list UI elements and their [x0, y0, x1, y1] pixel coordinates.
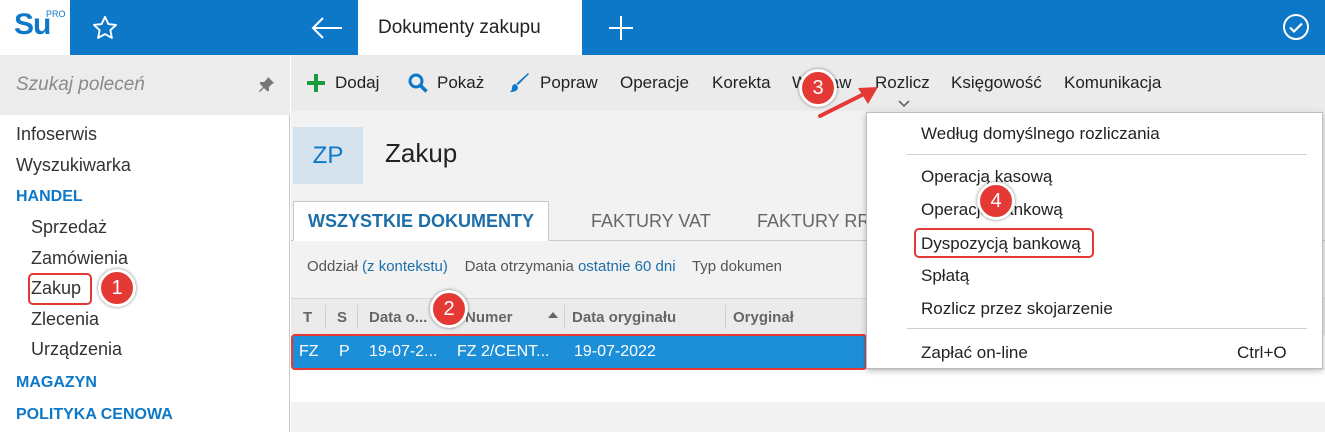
filter-bar: Oddział (z kontekstu) Data otrzymania os…: [307, 258, 782, 275]
menu-item-pay-online-shortcut: Ctrl+O: [1237, 343, 1287, 362]
sidebar-item-infoserwis[interactable]: Infoserwis: [16, 124, 97, 145]
column-separator: [564, 305, 565, 329]
chevron-down-icon: [898, 100, 910, 108]
cell-data-o: 19-07-2...: [369, 343, 438, 360]
cell-data-oryginalu: 19-07-2022: [574, 343, 656, 360]
plus-icon: [307, 74, 325, 92]
accounting-button[interactable]: Księgowość: [951, 55, 1042, 111]
edit-button-label: Popraw: [540, 73, 598, 92]
tab-rr-invoices[interactable]: FAKTURY RR: [757, 201, 870, 241]
menu-item-settle-by-matching[interactable]: Rozlicz przez skojarzenie: [921, 299, 1113, 319]
document-type-badge: ZP: [293, 127, 363, 184]
plus-icon: [609, 15, 633, 40]
column-separator: [725, 305, 726, 329]
show-button[interactable]: Pokaż: [408, 55, 484, 111]
logo-superscript: PRO: [46, 9, 66, 19]
arrow-left-icon: [311, 16, 342, 39]
annotation-marker-1: 1: [98, 269, 136, 307]
add-button[interactable]: Dodaj: [306, 55, 379, 111]
tab-dokumenty-zakupu[interactable]: Dokumenty zakupu: [358, 0, 582, 55]
add-button-label: Dodaj: [335, 73, 380, 92]
show-button-label: Pokaż: [437, 73, 485, 92]
app-logo[interactable]: Su PRO: [0, 0, 70, 55]
page-title: Zakup: [385, 138, 458, 168]
new-tab-button[interactable]: [596, 0, 646, 55]
search-icon: [408, 73, 428, 93]
menu-separator: [907, 154, 1307, 155]
tab-vat-invoices[interactable]: FAKTURY VAT: [591, 201, 711, 241]
edit-button[interactable]: Popraw: [509, 55, 598, 111]
branch-filter-label: Oddział: [307, 258, 358, 275]
sidebar-item-wyszukiwarka[interactable]: Wyszukiwarka: [16, 155, 131, 176]
sort-ascending-icon: [548, 312, 558, 318]
command-search: [0, 55, 290, 115]
command-search-input[interactable]: [16, 69, 246, 101]
highlight-zakup: [28, 273, 92, 305]
pin-icon[interactable]: [256, 75, 276, 95]
sidebar-section-polityka-cenowa[interactable]: POLITYKA CENOWA: [16, 406, 173, 424]
cell-t: FZ: [299, 343, 319, 360]
sidebar-item-zamowienia[interactable]: Zamówienia: [31, 248, 128, 269]
annotation-marker-4: 4: [977, 182, 1015, 220]
column-header-oryginal[interactable]: Oryginał: [733, 299, 794, 335]
menu-separator: [907, 328, 1307, 329]
column-separator: [325, 305, 326, 329]
sidebar-section-handel[interactable]: HANDEL: [16, 188, 83, 206]
star-icon: [92, 15, 118, 39]
menu-item-repayment[interactable]: Spłatą: [921, 266, 969, 286]
check-circle-icon[interactable]: [1281, 12, 1311, 42]
column-separator: [357, 305, 358, 329]
logo-text: Su: [14, 8, 51, 41]
date-filter-value[interactable]: ostatnie 60 dni: [578, 258, 676, 275]
grid-empty-area: [291, 370, 1325, 402]
sidebar-item-urzadzenia[interactable]: Urządzenia: [31, 339, 122, 360]
sidebar-item-zlecenia[interactable]: Zlecenia: [31, 309, 99, 330]
column-header-numer[interactable]: Numer: [465, 299, 555, 335]
sidebar-section-magazyn[interactable]: MAGAZYN: [16, 374, 97, 392]
type-filter-label[interactable]: Typ dokumen: [692, 258, 782, 275]
column-header-data-oryginalu[interactable]: Data oryginału: [572, 299, 676, 335]
highlight-bank-disposition: [914, 228, 1094, 258]
column-header-t[interactable]: T: [303, 299, 312, 335]
favorites-button[interactable]: [70, 0, 140, 55]
menu-item-pay-online[interactable]: Zapłać on-line: [921, 343, 1028, 363]
cell-s: P: [339, 343, 350, 360]
brush-icon: [510, 73, 529, 92]
back-button[interactable]: [296, 0, 358, 55]
correction-button[interactable]: Korekta: [712, 55, 771, 111]
annotation-arrow-icon: [818, 87, 878, 118]
communication-button[interactable]: Komunikacja: [1064, 55, 1161, 111]
sidebar-item-sprzedaz[interactable]: Sprzedaż: [31, 217, 107, 238]
tab-all-documents[interactable]: WSZYSTKIE DOKUMENTY: [293, 201, 550, 241]
annotation-marker-2: 2: [430, 290, 468, 328]
operations-button[interactable]: Operacje: [620, 55, 689, 111]
column-header-s[interactable]: S: [337, 299, 347, 335]
branch-filter-value[interactable]: (z kontekstu): [362, 258, 448, 275]
menu-item-default-settlement[interactable]: Według domyślnego rozliczania: [921, 124, 1160, 144]
cell-numer: FZ 2/CENT...: [457, 343, 550, 360]
top-bar: Su PRO Dokumenty zakupu: [0, 0, 1325, 55]
date-filter-label: Data otrzymania: [464, 258, 574, 275]
table-row[interactable]: FZ P 19-07-2... FZ 2/CENT... 19-07-2022: [291, 334, 867, 370]
